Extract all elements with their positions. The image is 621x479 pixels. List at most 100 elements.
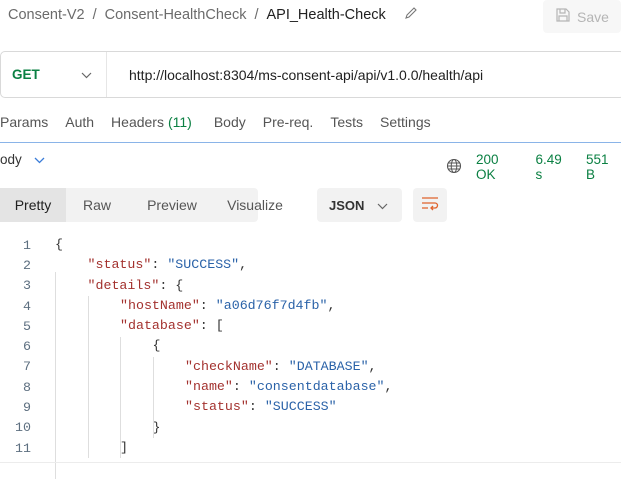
save-icon xyxy=(555,7,571,26)
view-raw[interactable]: Raw xyxy=(66,188,128,222)
view-mode-toggle: Pretty Raw Preview Visualize xyxy=(0,188,283,222)
tab-auth[interactable]: Auth xyxy=(65,114,94,130)
format-select[interactable]: JSON xyxy=(317,188,402,222)
json-punct: ] xyxy=(120,439,128,455)
indent-guide xyxy=(152,356,154,438)
view-visualize[interactable]: Visualize xyxy=(216,188,283,222)
request-tabs: Params Auth Headers (11) Body Pre-req. Te… xyxy=(0,114,448,130)
format-label: JSON xyxy=(329,197,365,213)
code-text: ] xyxy=(120,438,128,458)
json-punct: : xyxy=(232,379,249,395)
edit-pencil-icon[interactable] xyxy=(404,6,418,24)
tab-prereq[interactable]: Pre-req. xyxy=(263,114,314,130)
view-preview[interactable]: Preview xyxy=(128,188,216,222)
code-text: "checkName": "DATABASE", xyxy=(185,357,377,377)
code-line: 11] xyxy=(0,438,128,458)
code-line: 5 "database": [ xyxy=(0,316,224,336)
json-punct: : { xyxy=(159,277,184,293)
code-line: 2 "status": "SUCCESS", xyxy=(0,255,247,275)
code-line: 10} xyxy=(0,418,160,438)
json-punct: : xyxy=(199,297,216,313)
tab-headers[interactable]: Headers (11) xyxy=(111,114,192,130)
line-number: 11 xyxy=(15,440,31,456)
line-number: 8 xyxy=(23,379,31,395)
json-punct: , xyxy=(384,379,393,395)
json-string: "a06d76f7d4fb" xyxy=(215,297,328,313)
code-text: "name": "consentdatabase", xyxy=(185,377,393,397)
tab-headers-label: Headers xyxy=(111,114,164,130)
breadcrumb-collection[interactable]: Consent-V2 xyxy=(8,7,85,23)
json-punct: , xyxy=(327,297,336,313)
json-punct: : xyxy=(248,399,265,415)
code-line: 4 "hostName": "a06d76f7d4fb", xyxy=(0,296,335,316)
line-number: 10 xyxy=(15,420,31,436)
divider xyxy=(0,142,621,143)
breadcrumb-separator: / xyxy=(92,7,97,23)
json-punct: { xyxy=(152,338,161,354)
tab-body[interactable]: Body xyxy=(214,114,246,130)
line-number: 9 xyxy=(23,400,31,416)
json-key: "name" xyxy=(185,379,233,395)
globe-icon[interactable] xyxy=(446,158,462,177)
response-size[interactable]: 551 B xyxy=(586,152,621,182)
json-string: "consentdatabase" xyxy=(248,379,385,395)
tab-params[interactable]: Params xyxy=(0,114,48,130)
breadcrumb: Consent-V2 / Consent-HealthCheck / API_H… xyxy=(8,6,418,24)
chevron-down-icon xyxy=(81,67,92,82)
status-code[interactable]: 200 OK xyxy=(476,152,521,182)
json-key: "database" xyxy=(120,318,200,334)
indent-guide xyxy=(55,271,56,479)
code-text: { xyxy=(153,336,161,356)
line-number: 5 xyxy=(23,318,31,334)
json-punct: : xyxy=(272,358,289,374)
method-select[interactable]: GET xyxy=(1,52,107,97)
json-punct: : [ xyxy=(199,318,224,334)
wrap-lines-button[interactable] xyxy=(413,188,447,222)
code-text: "details": { xyxy=(88,276,184,296)
code-text: "database": [ xyxy=(120,316,224,336)
json-key: "details" xyxy=(87,277,160,293)
json-string: "DATABASE" xyxy=(288,358,369,374)
json-punct: : xyxy=(151,257,168,273)
save-label: Save xyxy=(577,8,609,25)
headers-count: (11) xyxy=(167,114,192,130)
breadcrumb-folder[interactable]: Consent-HealthCheck xyxy=(105,7,247,23)
line-number: 3 xyxy=(23,278,31,294)
url-input[interactable]: http://localhost:8304/ms-consent-api/api… xyxy=(117,67,483,83)
response-section-label: ody xyxy=(0,152,22,167)
chevron-down-icon xyxy=(34,152,45,167)
json-key: "checkName" xyxy=(185,358,273,374)
code-line: 7 "checkName": "DATABASE", xyxy=(0,357,377,377)
tab-tests[interactable]: Tests xyxy=(330,114,363,130)
wrap-lines-icon xyxy=(421,195,439,216)
url-bar: GET http://localhost:8304/ms-consent-api… xyxy=(0,51,621,98)
json-punct: { xyxy=(55,237,63,252)
save-button[interactable]: Save xyxy=(543,0,621,33)
line-number: 4 xyxy=(23,298,31,314)
json-string: "SUCCESS" xyxy=(264,399,337,415)
line-number: 2 xyxy=(23,257,31,273)
breadcrumb-separator: / xyxy=(254,7,259,23)
json-punct: , xyxy=(239,257,248,273)
json-string: "SUCCESS" xyxy=(167,257,240,273)
code-text: "status": "SUCCESS", xyxy=(88,255,248,275)
indent-guide xyxy=(120,336,121,459)
response-time[interactable]: 6.49 s xyxy=(535,152,572,182)
code-line: 6{ xyxy=(0,336,160,356)
code-line: 3 "details": { xyxy=(0,276,183,296)
chevron-down-icon xyxy=(377,198,388,213)
response-body-editor[interactable]: 1{2 "status": "SUCCESS", 3 "details": {4 "ho… xyxy=(0,235,393,479)
code-text: "hostName": "a06d76f7d4fb", xyxy=(120,296,335,316)
code-text: "status": "SUCCESS" xyxy=(185,397,337,417)
tab-settings[interactable]: Settings xyxy=(380,114,431,130)
view-pretty[interactable]: Pretty xyxy=(0,188,66,222)
request-title[interactable]: API_Health-Check xyxy=(267,7,386,23)
code-line: 1{ xyxy=(0,235,63,255)
json-punct: } xyxy=(152,419,161,435)
response-section-select[interactable]: ody xyxy=(0,152,45,167)
code-text: { xyxy=(55,235,63,255)
json-key: "status" xyxy=(185,399,249,415)
line-number: 6 xyxy=(23,339,31,355)
code-line: 8 "name": "consentdatabase", xyxy=(0,377,392,397)
divider xyxy=(0,462,621,463)
